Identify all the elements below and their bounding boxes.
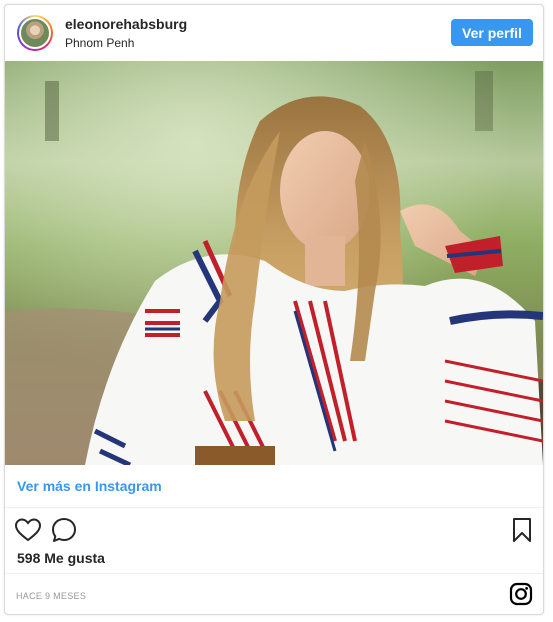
likes-count[interactable]: 598 Me gusta — [17, 550, 105, 566]
location[interactable]: Phnom Penh — [65, 36, 134, 50]
more-link-row: Ver más en Instagram — [5, 465, 543, 508]
instagram-icon[interactable] — [509, 582, 533, 611]
profile-avatar-image — [19, 17, 51, 49]
post-footer: HACE 9 MESES — [5, 573, 543, 614]
post-timestamp[interactable]: HACE 9 MESES — [16, 591, 86, 601]
instagram-embed-card: eleonorehabsburg Phnom Penh Ver perfil V… — [4, 4, 544, 615]
comment-bubble-icon[interactable] — [51, 517, 77, 548]
post-photo[interactable] — [5, 61, 543, 465]
view-more-on-instagram-link[interactable]: Ver más en Instagram — [17, 478, 162, 494]
avatar[interactable] — [17, 15, 53, 51]
bookmark-icon[interactable] — [512, 517, 532, 548]
action-bar — [5, 508, 543, 552]
view-profile-button[interactable]: Ver perfil — [451, 19, 533, 46]
post-header: eleonorehabsburg Phnom Penh Ver perfil — [5, 5, 543, 61]
username[interactable]: eleonorehabsburg — [65, 16, 187, 32]
heart-icon[interactable] — [14, 518, 42, 547]
